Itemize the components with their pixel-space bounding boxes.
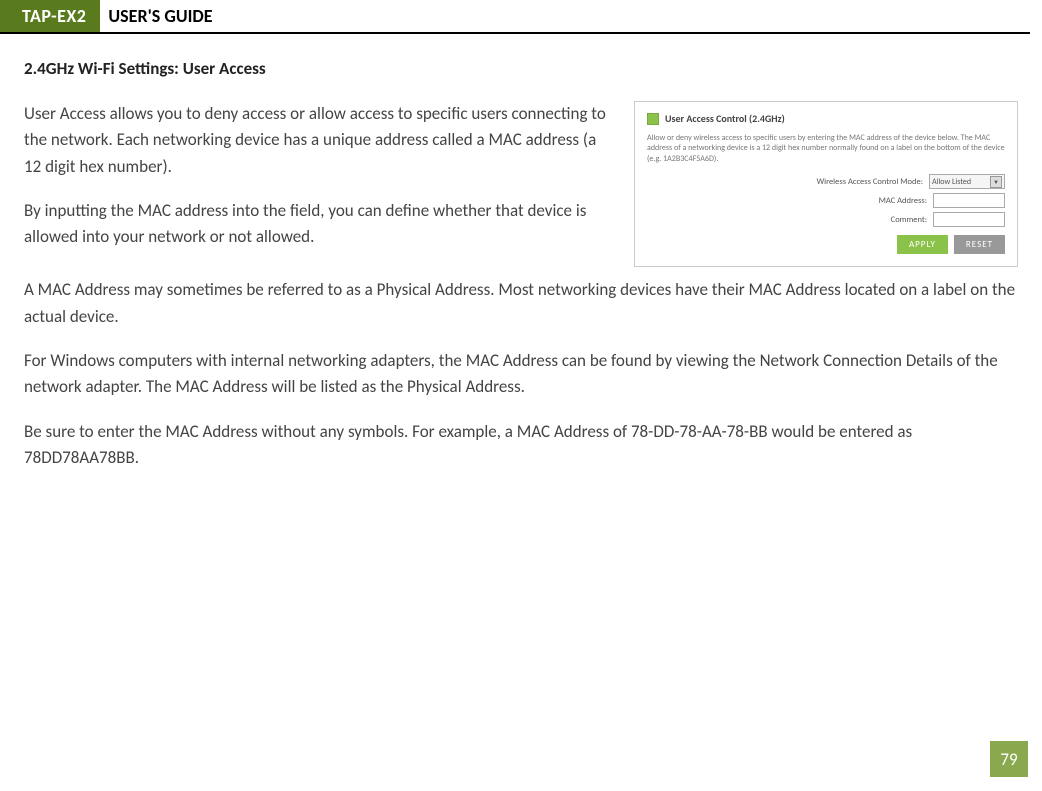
header-accent	[0, 0, 12, 32]
mac-label: MAC Address:	[879, 196, 927, 206]
page-number: 79	[990, 741, 1028, 777]
paragraph-3: A MAC Address may sometimes be referred …	[24, 277, 1018, 330]
reset-button[interactable]: RESET	[954, 235, 1005, 254]
panel-bullet-icon	[647, 113, 659, 125]
form-row-mac: MAC Address:	[647, 193, 1005, 208]
guide-title: USER'S GUIDE	[100, 0, 212, 32]
panel-buttons: APPLY RESET	[647, 235, 1005, 254]
product-name: TAP-EX2	[12, 0, 100, 32]
page-header: TAP-EX2 USER'S GUIDE	[0, 0, 1030, 34]
mode-value: Allow Listed	[932, 177, 971, 187]
paragraph-5: Be sure to enter the MAC Address without…	[24, 419, 1018, 472]
page-content: 2.4GHz Wi-Fi Settings: User Access User …	[0, 34, 1042, 471]
apply-button[interactable]: APPLY	[897, 235, 948, 254]
panel-title: User Access Control (2.4GHz)	[665, 112, 785, 125]
mode-label: Wireless Access Control Mode:	[817, 177, 923, 187]
panel-description: Allow or deny wireless access to specifi…	[647, 133, 1005, 164]
panel-title-row: User Access Control (2.4GHz)	[647, 112, 1005, 125]
section-heading: 2.4GHz Wi-Fi Settings: User Access	[24, 58, 1018, 79]
form-row-comment: Comment:	[647, 212, 1005, 227]
comment-input[interactable]	[933, 212, 1005, 227]
form-row-mode: Wireless Access Control Mode: Allow List…	[647, 174, 1005, 189]
chevron-down-icon: ▼	[990, 176, 1002, 188]
user-access-panel: User Access Control (2.4GHz) Allow or de…	[634, 101, 1018, 267]
comment-label: Comment:	[891, 215, 927, 225]
mac-input[interactable]	[933, 193, 1005, 208]
mode-select[interactable]: Allow Listed ▼	[929, 174, 1005, 189]
paragraph-4: For Windows computers with internal netw…	[24, 348, 1018, 401]
